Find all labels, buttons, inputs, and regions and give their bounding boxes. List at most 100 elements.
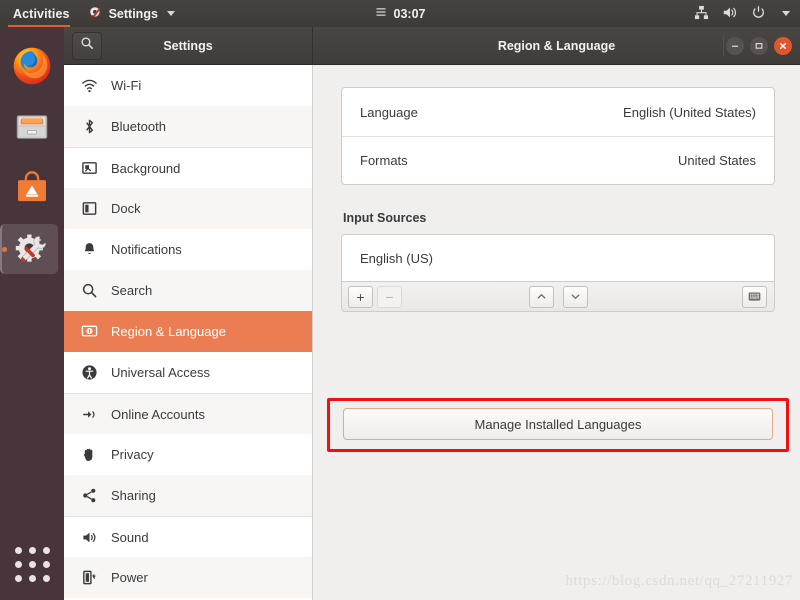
sidebar-item-sound[interactable]: Sound — [64, 516, 312, 557]
speaker-icon — [80, 528, 98, 546]
activities-underline — [8, 25, 70, 27]
activities-button[interactable]: Activities — [0, 7, 82, 21]
reorder-buttons — [342, 286, 774, 308]
keyboard-icon — [748, 291, 761, 302]
language-row[interactable]: Language English (United States) — [342, 88, 774, 136]
formats-label: Formats — [360, 153, 408, 168]
online-accounts-icon — [80, 405, 98, 423]
app-menu-button[interactable]: Settings — [82, 5, 181, 23]
header-separator — [723, 36, 724, 56]
gnome-top-bar: Activities Settings 03:07 — [0, 0, 800, 27]
content-header: Region & Language — [313, 27, 800, 64]
sidebar-item-region-language[interactable]: Region & Language — [64, 311, 312, 352]
sidebar-item-background[interactable]: Background — [64, 147, 312, 188]
sidebar-item-wi-fi[interactable]: Wi-Fi — [64, 65, 312, 106]
maximize-button[interactable] — [750, 37, 768, 55]
sidebar-item-label: Online Accounts — [111, 407, 205, 422]
input-source-item: English (US) — [360, 251, 433, 266]
window-header-bar: Settings Region & Language — [64, 27, 800, 65]
clock-button[interactable]: 03:07 — [325, 6, 475, 21]
volume-icon — [722, 5, 738, 23]
dock-item-files[interactable] — [0, 96, 64, 157]
sidebar-item-label: Wi-Fi — [111, 78, 141, 93]
input-sources-toolbar: + − — [341, 282, 775, 312]
keyboard-layout-button[interactable] — [742, 286, 767, 308]
settings-sidebar: Wi-Fi Bluetooth Backgr — [64, 65, 313, 600]
show-applications-button[interactable] — [0, 538, 64, 590]
sidebar-item-label: Sharing — [111, 488, 156, 503]
move-down-button[interactable] — [563, 286, 588, 308]
hand-icon — [80, 446, 98, 464]
language-label: Language — [360, 105, 418, 120]
system-status-area[interactable] — [694, 5, 790, 23]
annotation-highlight-box — [327, 398, 789, 452]
formats-value: United States — [678, 153, 756, 168]
minimize-icon — [730, 41, 740, 51]
bell-icon — [80, 241, 98, 259]
ubuntu-software-icon — [11, 167, 53, 209]
region-language-panel: Language English (United States) Formats… — [313, 65, 800, 600]
sidebar-item-label: Power — [111, 570, 148, 585]
settings-window: Settings Region & Language — [64, 27, 800, 600]
chevron-down-icon — [782, 11, 790, 16]
sidebar-item-notifications[interactable]: Notifications — [64, 229, 312, 270]
sidebar-item-dock[interactable]: Dock — [64, 188, 312, 229]
settings-tools-icon — [88, 5, 103, 23]
input-sources-heading: Input Sources — [343, 211, 775, 225]
sidebar-item-label: Search — [111, 283, 152, 298]
accessibility-icon — [80, 364, 98, 382]
file-cabinet-icon — [11, 106, 53, 148]
sidebar-item-privacy[interactable]: Privacy — [64, 434, 312, 475]
language-value: English (United States) — [623, 105, 756, 120]
network-wired-icon — [694, 5, 709, 23]
move-down-icon — [570, 291, 581, 302]
watermark: https://blog.csdn.net/qq_27211927 — [565, 573, 793, 590]
close-button[interactable] — [774, 37, 792, 55]
app-menu-label: Settings — [109, 7, 158, 21]
sidebar-item-power[interactable]: Power — [64, 557, 312, 598]
sidebar-item-label: Notifications — [111, 242, 182, 257]
dock-item-ubuntu-software[interactable] — [0, 157, 64, 218]
move-up-button[interactable] — [529, 286, 554, 308]
dock-icon — [80, 200, 98, 218]
input-sources-list[interactable]: English (US) — [341, 234, 775, 282]
sidebar-item-label: Sound — [111, 530, 149, 545]
clock-label: 03:07 — [394, 7, 426, 21]
remove-input-source-button[interactable]: − — [377, 286, 402, 308]
settings-tools-icon — [11, 228, 53, 270]
sidebar-header: Settings — [64, 27, 313, 64]
share-icon — [80, 487, 98, 505]
battery-icon — [80, 569, 98, 587]
bluetooth-icon — [80, 118, 98, 136]
sidebar-item-label: Bluetooth — [111, 119, 166, 134]
region-language-icon — [80, 323, 98, 341]
search-icon — [80, 36, 94, 55]
add-input-source-button[interactable]: + — [348, 286, 373, 308]
dock-item-settings[interactable] — [0, 218, 64, 279]
search-icon — [80, 282, 98, 300]
window-controls — [726, 37, 792, 55]
sidebar-item-bluetooth[interactable]: Bluetooth — [64, 106, 312, 147]
maximize-icon — [754, 41, 764, 51]
sidebar-item-label: Privacy — [111, 447, 154, 462]
sidebar-item-sharing[interactable]: Sharing — [64, 475, 312, 516]
show-applications-grid-icon — [15, 547, 50, 582]
search-button[interactable] — [72, 32, 102, 60]
move-up-icon — [536, 291, 547, 302]
sidebar-item-search[interactable]: Search — [64, 270, 312, 311]
language-formats-card: Language English (United States) Formats… — [341, 87, 775, 185]
sidebar-item-universal-access[interactable]: Universal Access — [64, 352, 312, 393]
sidebar-item-online-accounts[interactable]: Online Accounts — [64, 393, 312, 434]
sidebar-item-label: Region & Language — [111, 324, 226, 339]
firefox-icon — [11, 45, 53, 87]
dock-item-firefox[interactable] — [0, 35, 64, 96]
window-body: Wi-Fi Bluetooth Backgr — [64, 65, 800, 600]
background-icon — [80, 159, 98, 177]
power-icon — [751, 5, 766, 23]
minimize-button[interactable] — [726, 37, 744, 55]
formats-row[interactable]: Formats United States — [342, 136, 774, 184]
sidebar-item-label: Background — [111, 161, 180, 176]
sidebar-item-label: Universal Access — [111, 365, 210, 380]
wifi-icon — [80, 77, 98, 95]
chevron-down-icon — [167, 11, 175, 16]
